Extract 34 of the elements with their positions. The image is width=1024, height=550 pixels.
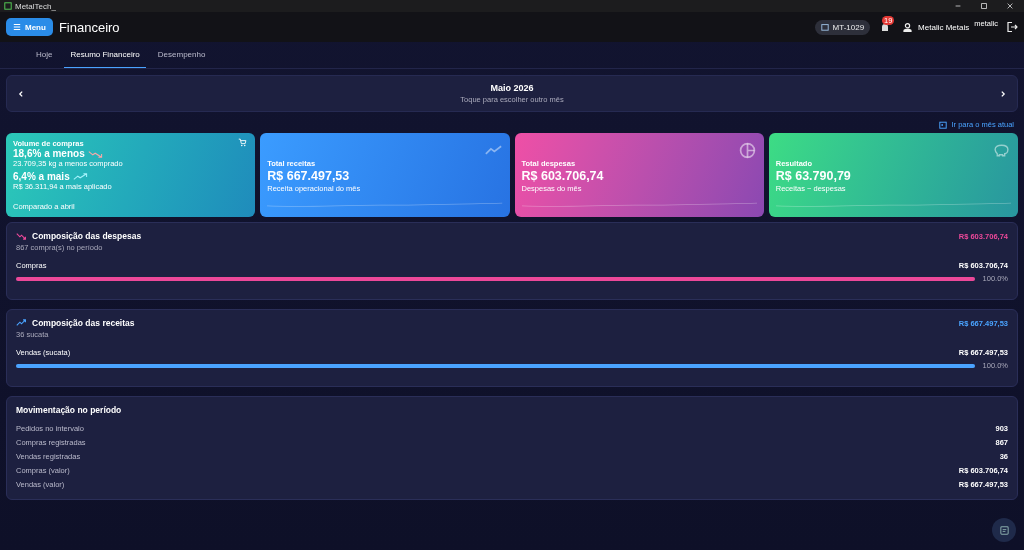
user-name: Metalic Metais (918, 22, 970, 32)
panel-title: Movimentação no período (16, 405, 123, 415)
panel-title: Composição das receitas (32, 318, 135, 328)
calendar-icon (939, 120, 948, 129)
panel-title: Composição das despesas (32, 231, 142, 241)
user-icon (902, 21, 914, 33)
notes-button[interactable] (992, 518, 1016, 542)
tab[interactable]: Resumo Financeiro (64, 42, 146, 68)
close-icon[interactable] (1006, 2, 1014, 10)
tab[interactable]: Desempenho (151, 42, 212, 68)
page-title: Financeiro (58, 19, 120, 35)
previous-icon[interactable] (17, 89, 25, 98)
next-icon[interactable] (999, 89, 1007, 98)
change-headline: 6,4% a mais (13, 171, 70, 182)
trend-up-icon (16, 319, 27, 327)
trend-down-icon (16, 232, 27, 240)
card-value: R$ 667.497,53 (267, 169, 351, 183)
card-value: R$ 63.790,79 (775, 169, 852, 183)
trend-up-icon (72, 172, 89, 181)
window-title: MetalTech_ (15, 1, 56, 11)
card-value: R$ 603.706,74 (521, 169, 605, 183)
trend-down-icon (87, 149, 104, 158)
app-logo-icon (4, 2, 12, 10)
pie-chart-icon (738, 142, 756, 159)
minimize-icon[interactable] (954, 2, 962, 10)
tab[interactable]: Hoje (30, 42, 59, 68)
menu-icon (13, 23, 21, 31)
month-title: Maio 2026 (490, 83, 534, 93)
logout-icon[interactable] (1006, 21, 1018, 33)
notes-icon (998, 524, 1010, 536)
cart-icon (238, 138, 248, 147)
change-headline: 18,6% a menos (13, 148, 85, 159)
maximize-icon[interactable] (980, 2, 988, 10)
unit-badge[interactable]: MT-1029 (814, 19, 871, 35)
